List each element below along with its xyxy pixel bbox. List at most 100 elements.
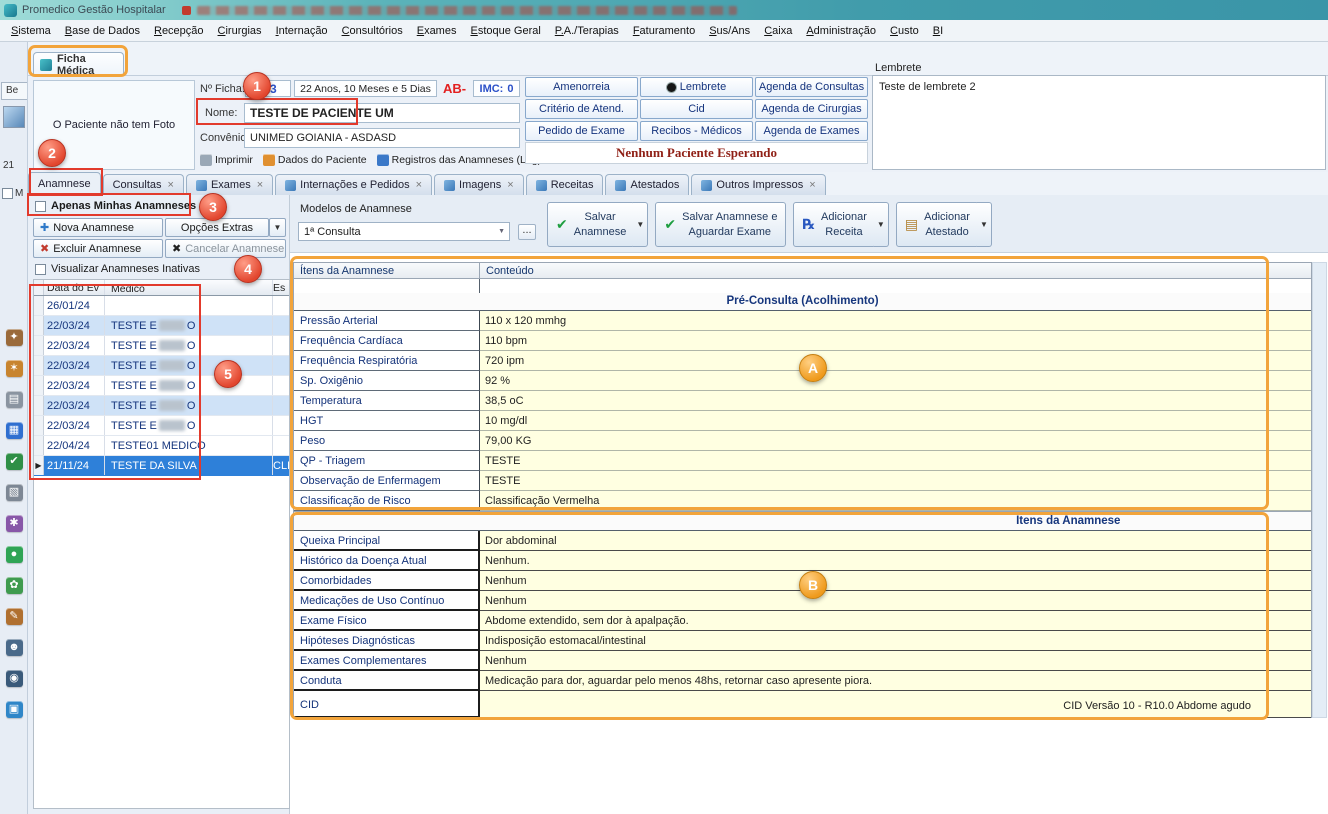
anamnese-item-row[interactable]: Temperatura 38,5 oC: [294, 391, 1311, 411]
menu-item[interactable]: Exames: [410, 22, 464, 40]
menu-item[interactable]: Caixa: [757, 22, 799, 40]
sidebar-tool-icon[interactable]: ✎: [4, 606, 24, 626]
menu-item[interactable]: Faturamento: [626, 22, 702, 40]
anamnese-item-row[interactable]: Hipóteses Diagnósticas Indisposição esto…: [294, 631, 1311, 651]
content-tab[interactable]: Imagens ×: [434, 174, 524, 195]
checkbox-icon[interactable]: [2, 188, 13, 199]
anamnese-item-row[interactable]: Exames Complementares Nenhum: [294, 651, 1311, 671]
content-tab[interactable]: Anamnese: [28, 172, 101, 195]
anamnese-item-row[interactable]: Conduta Medicação para dor, aguardar pel…: [294, 671, 1311, 691]
anamnese-list-row[interactable]: 22/03/24 TESTE E O: [34, 396, 289, 416]
excluir-anamnese-button[interactable]: ✖ Excluir Anamnese: [33, 239, 163, 258]
anamnese-item-row[interactable]: Frequência Respiratória 720 ipm: [294, 351, 1311, 371]
item-value[interactable]: Nenhum: [480, 591, 1311, 611]
tab-close-icon[interactable]: ×: [257, 179, 263, 191]
anamnese-item-row[interactable]: Exame Físico Abdome extendido, sem dor à…: [294, 611, 1311, 631]
item-value[interactable]: Nenhum: [480, 651, 1311, 671]
sidebar-tool-icon[interactable]: ●: [4, 544, 24, 564]
quick-button[interactable]: Amenorreia: [525, 77, 638, 97]
modelo-anamnese-select[interactable]: 1ª Consulta: [298, 222, 510, 241]
action-button[interactable]: ✔ Salvar Anamnese: [547, 202, 635, 247]
item-value[interactable]: Dor abdominal: [480, 531, 1311, 551]
menu-item[interactable]: Sistema: [4, 22, 58, 40]
anamnese-item-row[interactable]: Classificação de Risco Classificação Ver…: [294, 491, 1311, 511]
menu-item[interactable]: P.A./Terapias: [548, 22, 626, 40]
menu-item[interactable]: BI: [926, 22, 950, 40]
anamnese-item-row[interactable]: Queixa Principal Dor abdominal: [294, 531, 1311, 551]
content-tab[interactable]: Internações e Pedidos ×: [275, 174, 432, 195]
sidebar-tool-icon[interactable]: ✱: [4, 513, 24, 533]
action-button[interactable]: ▤ Adicionar Atestado: [896, 202, 979, 247]
sidebar-tool-icon[interactable]: ✶: [4, 358, 24, 378]
content-tab[interactable]: Atestados: [605, 174, 689, 195]
item-value[interactable]: 92 %: [480, 371, 1311, 391]
anamnese-list-row[interactable]: 22/03/24 TESTE E O: [34, 356, 289, 376]
quick-button[interactable]: Agenda de Consultas: [755, 77, 868, 97]
action-button-dropdown-icon[interactable]: [633, 202, 648, 247]
item-value[interactable]: Medicação para dor, aguardar pelo menos …: [480, 671, 1311, 691]
item-value[interactable]: Classificação Vermelha: [480, 491, 1311, 511]
checkbox-apenas-minhas[interactable]: Apenas Minhas Anamneses: [35, 200, 196, 212]
item-value[interactable]: TESTE: [480, 451, 1311, 471]
anamnese-list-row[interactable]: 22/03/24 TESTE E O: [34, 376, 289, 396]
sidebar-tool-icon[interactable]: ☻: [4, 637, 24, 657]
anamnese-item-row[interactable]: HGT 10 mg/dl: [294, 411, 1311, 431]
tab-close-icon[interactable]: ×: [507, 179, 513, 191]
sidebar-tool-icon[interactable]: ✔: [4, 451, 24, 471]
content-tab[interactable]: Exames ×: [186, 174, 273, 195]
item-value[interactable]: 110 bpm: [480, 331, 1311, 351]
itens-column-header[interactable]: Ítens da Anamnese: [294, 263, 480, 278]
menu-item[interactable]: Cirurgias: [211, 22, 269, 40]
action-button-dropdown-icon[interactable]: [977, 202, 992, 247]
menu-item[interactable]: Estoque Geral: [463, 22, 547, 40]
anamnese-list-row[interactable]: ▶ 21/11/24 TESTE DA SILVA CLI: [34, 456, 289, 476]
ficha-number-field[interactable]: 9223: [245, 80, 291, 97]
tab-close-icon[interactable]: ×: [416, 179, 422, 191]
quick-button[interactable]: Cid: [640, 99, 753, 119]
item-value[interactable]: Indisposição estomacal/intestinal: [480, 631, 1311, 651]
anamnese-item-row[interactable]: Frequência Cardíaca 110 bpm: [294, 331, 1311, 351]
anamnese-list-row[interactable]: 22/03/24 TESTE E O: [34, 316, 289, 336]
quick-button[interactable]: Pedido de Exame: [525, 121, 638, 141]
tab-close-icon[interactable]: ×: [168, 179, 174, 191]
medico-column-header[interactable]: Médico: [105, 280, 273, 295]
action-button-dropdown-icon[interactable]: [874, 202, 889, 247]
quick-button[interactable]: Lembrete: [640, 77, 753, 97]
menu-item[interactable]: Sus/Ans: [702, 22, 757, 40]
sidebar-tool-icon[interactable]: ◉: [4, 668, 24, 688]
action-button[interactable]: ✔ Salvar Anamnese e Aguardar Exame: [655, 202, 786, 247]
item-value[interactable]: Nenhum: [480, 571, 1311, 591]
quick-button[interactable]: Agenda de Exames: [755, 121, 868, 141]
item-value[interactable]: 10 mg/dl: [480, 411, 1311, 431]
quick-button[interactable]: Recibos - Médicos: [640, 121, 753, 141]
menu-item[interactable]: Administração: [799, 22, 883, 40]
anamnese-list-row[interactable]: 22/03/24 TESTE E O: [34, 416, 289, 436]
item-value[interactable]: 79,00 KG: [480, 431, 1311, 451]
checkbox-visualizar-inativas[interactable]: Visualizar Anamneses Inativas: [35, 263, 200, 275]
item-value[interactable]: Nenhum.: [480, 551, 1311, 571]
patient-link[interactable]: Registros das Anamneses (Log): [377, 154, 541, 166]
conteudo-column-header[interactable]: Conteúdo: [480, 263, 1311, 278]
anamnese-item-row[interactable]: Medicações de Uso Contínuo Nenhum: [294, 591, 1311, 611]
sidebar-tool-icon[interactable]: ▤: [4, 389, 24, 409]
vertical-scrollbar[interactable]: [1312, 262, 1327, 718]
patient-link[interactable]: Imprimir: [200, 154, 253, 166]
menu-item[interactable]: Internação: [269, 22, 335, 40]
menu-item[interactable]: Consultórios: [335, 22, 410, 40]
tab-ficha-medica[interactable]: Ficha Médica: [33, 52, 124, 76]
sidebar-checkbox[interactable]: M: [2, 188, 23, 199]
opcoes-extras-dropdown-icon[interactable]: [269, 218, 286, 237]
item-value[interactable]: TESTE: [480, 471, 1311, 491]
anamnese-item-row[interactable]: Comorbidades Nenhum: [294, 571, 1311, 591]
sidebar-tool-icon[interactable]: ✦: [4, 327, 24, 347]
cid-row[interactable]: CID CID Versão 10 - R10.0 Abdome agudo: [294, 691, 1311, 718]
patient-link[interactable]: Dados do Paciente: [263, 154, 367, 166]
anamnese-item-row[interactable]: Observação de Enfermagem TESTE: [294, 471, 1311, 491]
anamnese-list-row[interactable]: 22/03/24 TESTE E O: [34, 336, 289, 356]
sidebar-thumbnail-icon[interactable]: [3, 106, 25, 128]
menu-item[interactable]: Custo: [883, 22, 926, 40]
checkbox-icon[interactable]: [35, 264, 46, 275]
reminder-memo[interactable]: Teste de lembrete 2: [872, 75, 1326, 170]
modelo-browse-button[interactable]: ...: [518, 224, 536, 240]
anamnese-item-row[interactable]: QP - Triagem TESTE: [294, 451, 1311, 471]
